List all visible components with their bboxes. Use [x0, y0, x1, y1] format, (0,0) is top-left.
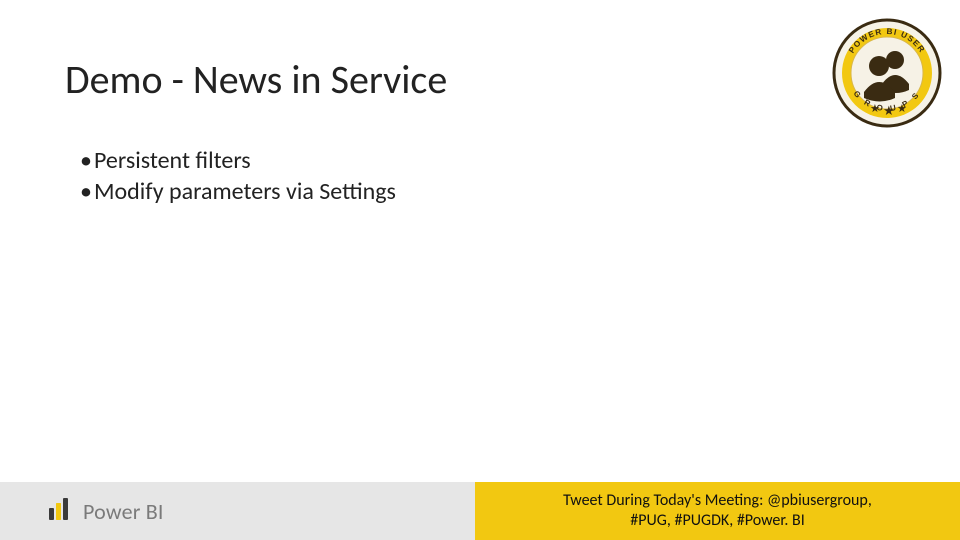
list-item: • Persistent filters [80, 145, 396, 176]
power-bi-logo-icon [45, 494, 75, 529]
footer-right: Tweet During Today's Meeting: @pbiusergr… [475, 482, 960, 540]
slide: Demo - News in Service • Persistent filt… [0, 0, 960, 540]
pbi-user-groups-badge-icon: POWER BI USER ★ ★ ★ G R O U P S [832, 18, 942, 133]
bullet-icon: • [80, 176, 94, 207]
tweet-line-2: #PUG, #PUGDK, #Power. BI [630, 511, 804, 531]
footer: Power BI Tweet During Today's Meeting: @… [0, 482, 960, 540]
bullet-icon: • [80, 145, 94, 176]
list-item: • Modify parameters via Settings [80, 176, 396, 207]
bullet-text: Modify parameters via Settings [94, 176, 396, 207]
slide-title: Demo - News in Service [65, 55, 447, 104]
tweet-line-1: Tweet During Today's Meeting: @pbiusergr… [563, 491, 872, 511]
footer-left: Power BI [0, 482, 475, 540]
bullet-text: Persistent filters [94, 145, 251, 176]
power-bi-logo-text: Power BI [83, 498, 164, 525]
bullet-list: • Persistent filters • Modify parameters… [80, 145, 396, 207]
